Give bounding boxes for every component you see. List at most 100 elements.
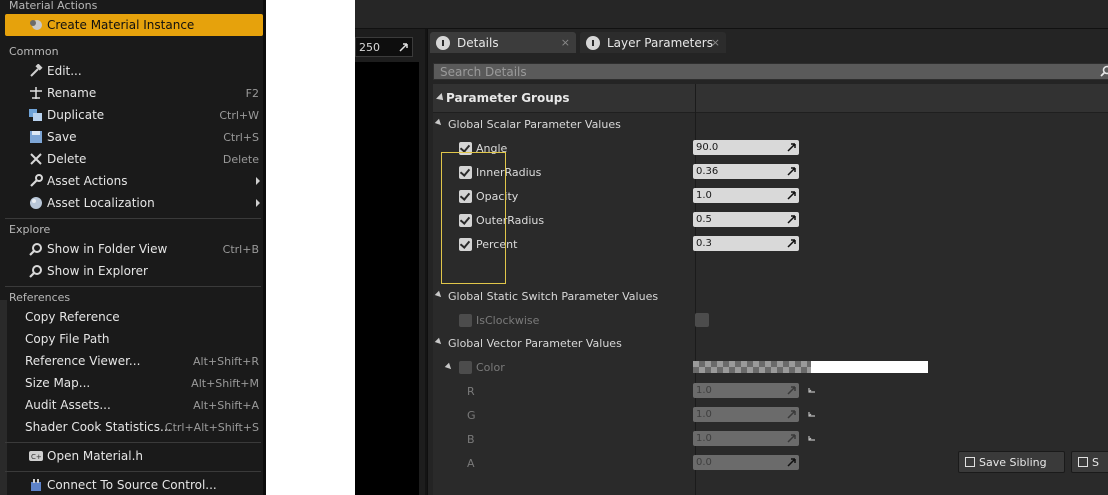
menu-item-asset-actions[interactable]: Asset Actions [5, 170, 263, 192]
expand-arrow-icon[interactable] [434, 118, 444, 128]
details-panel: Details × Layer Parameters × Parameter G… [427, 29, 1108, 495]
angle-value-field[interactable]: 90.0 [693, 140, 799, 155]
drag-handle-icon[interactable] [787, 191, 796, 200]
menu-item-show-in-folder-view[interactable]: Show in Folder View Ctrl+B [5, 238, 263, 260]
channel-r: R [467, 383, 475, 399]
button-label: Save Sibling [979, 455, 1047, 469]
channel-a-field[interactable]: 0.0 [693, 455, 799, 470]
override-checkbox[interactable] [459, 360, 472, 374]
group-static-switch-parameters[interactable]: Global Static Switch Parameter Values [434, 290, 658, 303]
editor-toolbar [355, 0, 1108, 29]
menu-item-delete[interactable]: Delete Delete [5, 148, 263, 170]
channel-b-field[interactable]: 1.0 [693, 431, 799, 446]
info-icon [586, 35, 600, 50]
save-arrow-icon [965, 457, 975, 467]
drag-handle-icon[interactable] [787, 386, 796, 395]
menu-item-connect-to-source-control[interactable]: Connect To Source Control... [5, 474, 263, 495]
menu-item-copy-file-path[interactable]: Copy File Path [5, 328, 263, 350]
field-value: 1.0 [696, 190, 712, 201]
menu-item-rename[interactable]: Rename F2 [5, 82, 263, 104]
drag-handle-icon[interactable] [787, 458, 796, 467]
info-icon [436, 35, 450, 50]
drag-handle-icon[interactable] [787, 167, 796, 176]
channel-label: R [467, 384, 475, 398]
percent-value-field[interactable]: 0.3 [693, 236, 799, 251]
preview-viewport[interactable] [355, 62, 419, 495]
menu-item-shader-cook-statistics[interactable]: Shader Cook Statistics... Ctrl+Alt+Shift… [5, 416, 263, 438]
override-checkbox[interactable] [459, 313, 472, 327]
reset-arrow-icon[interactable] [807, 434, 817, 444]
menu-item-edit[interactable]: Edit... [5, 60, 263, 82]
outer-radius-value-field[interactable]: 0.5 [693, 212, 799, 227]
expand-arrow-icon[interactable] [434, 290, 444, 300]
drag-handle-icon[interactable] [787, 239, 796, 248]
menu-item-label: Copy Reference [25, 310, 120, 324]
zoom-value: 250 [359, 40, 380, 54]
save-sibling-button[interactable]: Save Sibling [958, 451, 1065, 473]
is-clockwise-checkbox[interactable] [695, 313, 709, 327]
drag-handle-icon[interactable] [787, 410, 796, 419]
channel-g-field[interactable]: 1.0 [693, 407, 799, 422]
menu-item-label: Shader Cook Statistics... [25, 420, 172, 434]
menu-item-copy-reference[interactable]: Copy Reference [5, 306, 263, 328]
field-value: 0.0 [696, 457, 712, 468]
drag-handle-icon[interactable] [787, 434, 796, 443]
tab-details[interactable]: Details × [430, 32, 576, 53]
menu-item-reference-viewer[interactable]: Reference Viewer... Alt+Shift+R [5, 350, 263, 372]
shortcut: Alt+Shift+M [191, 376, 259, 390]
source-code-icon: C+ [26, 448, 46, 464]
field-value: 0.36 [696, 166, 719, 177]
menu-item-label: Asset Actions [47, 174, 128, 188]
field-value: 1.0 [696, 433, 712, 444]
group-scalar-parameters[interactable]: Global Scalar Parameter Values [434, 118, 621, 131]
field-value: 0.3 [696, 238, 712, 249]
menu-item-size-map[interactable]: Size Map... Alt+Shift+M [5, 372, 263, 394]
tab-layer-parameters[interactable]: Layer Parameters × [580, 32, 726, 53]
drag-handle-icon[interactable] [787, 215, 796, 224]
menu-item-save[interactable]: Save Ctrl+S [5, 126, 263, 148]
expand-arrow-icon[interactable] [444, 362, 454, 372]
menu-separator [5, 442, 261, 443]
menu-item-create-material-instance[interactable]: Create Material Instance [5, 14, 263, 36]
tab-label: Layer Parameters [607, 35, 713, 50]
drag-handle-icon[interactable] [787, 143, 796, 152]
color-swatch[interactable] [693, 361, 928, 373]
category-parameter-groups[interactable]: Parameter Groups [433, 84, 1108, 113]
menu-item-duplicate[interactable]: Duplicate Ctrl+W [5, 104, 263, 126]
field-value: 1.0 [696, 385, 712, 396]
channel-label: A [467, 456, 475, 470]
globe-icon [26, 195, 46, 211]
menu-item-audit-assets[interactable]: Audit Assets... Alt+Shift+A [5, 394, 263, 416]
group-title: Global Scalar Parameter Values [448, 118, 621, 131]
channel-r-field[interactable]: 1.0 [693, 383, 799, 398]
hammer-icon [26, 63, 46, 79]
magnifier-icon [26, 241, 46, 257]
search-input[interactable] [434, 64, 1108, 79]
menu-item-open-material-h[interactable]: C+ Open Material.h [5, 445, 263, 467]
menu-item-asset-localization[interactable]: Asset Localization [5, 192, 263, 214]
reset-arrow-icon[interactable] [807, 386, 817, 396]
expand-arrow-icon[interactable] [434, 337, 444, 347]
reset-arrow-icon[interactable] [807, 410, 817, 420]
menu-item-show-in-explorer[interactable]: Show in Explorer [5, 260, 263, 282]
menu-item-label: Audit Assets... [25, 398, 111, 412]
field-value: 0.5 [696, 214, 712, 225]
close-tab-icon[interactable]: × [561, 36, 570, 49]
opacity-value-field[interactable]: 1.0 [693, 188, 799, 203]
group-vector-parameters[interactable]: Global Vector Parameter Values [434, 337, 622, 350]
save-child-button[interactable]: S [1071, 451, 1108, 473]
zoom-field[interactable]: 250 [355, 37, 413, 57]
search-icon[interactable] [1100, 65, 1108, 77]
shortcut: Ctrl+B [222, 242, 259, 256]
menu-item-label: Save [47, 130, 77, 144]
save-child-icon [1078, 457, 1088, 467]
shortcut: Delete [222, 152, 259, 166]
duplicate-icon [26, 107, 46, 123]
inner-radius-value-field[interactable]: 0.36 [693, 164, 799, 179]
group-title: Global Vector Parameter Values [448, 337, 622, 350]
expand-arrow-icon[interactable] [436, 93, 446, 103]
search-details[interactable] [433, 63, 1108, 80]
wrench-icon [26, 173, 46, 189]
close-tab-icon[interactable]: × [711, 36, 720, 49]
magnifier-icon [26, 263, 46, 279]
